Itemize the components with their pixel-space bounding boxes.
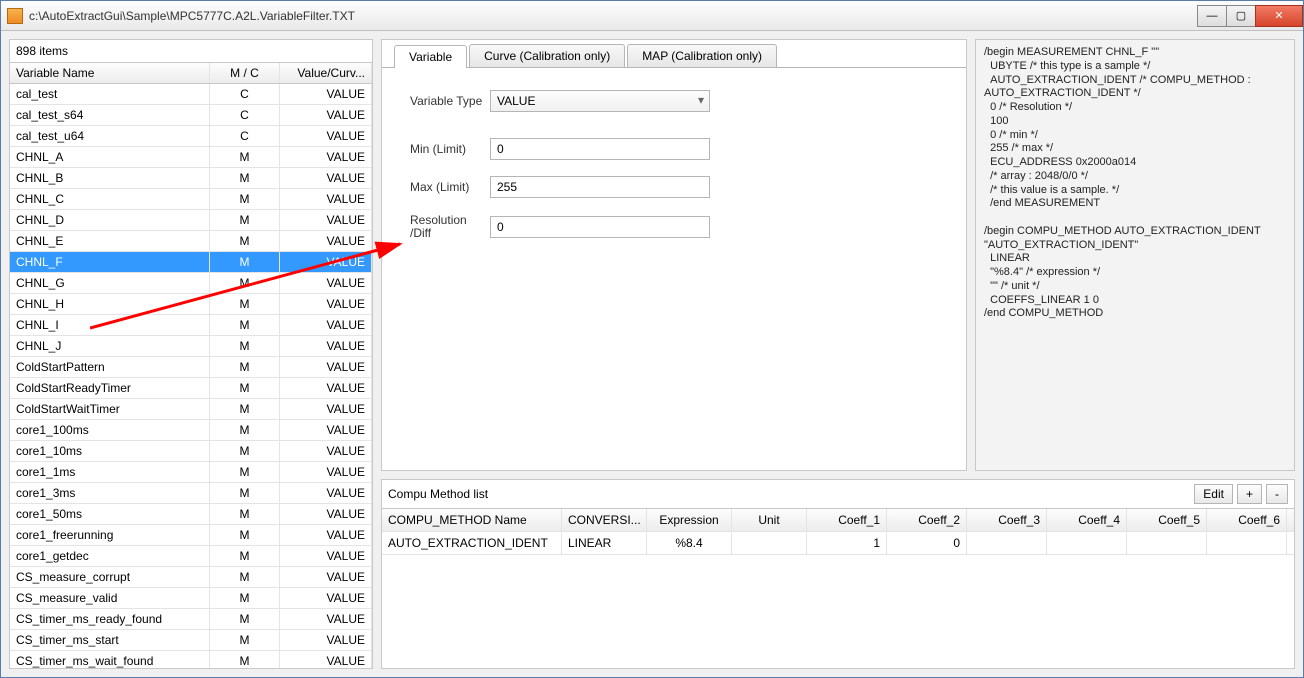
close-button[interactable]: ✕ — [1255, 5, 1303, 27]
table-row[interactable]: core1_100msMVALUE — [10, 420, 372, 441]
table-row[interactable]: CHNL_CMVALUE — [10, 189, 372, 210]
table-row[interactable]: cal_test_s64CVALUE — [10, 105, 372, 126]
table-row[interactable]: CHNL_EMVALUE — [10, 231, 372, 252]
table-row[interactable]: CHNL_DMVALUE — [10, 210, 372, 231]
compu-method-panel: Compu Method list Edit + - COMPU_METHOD … — [381, 479, 1295, 669]
cm-col-c4[interactable]: Coeff_4 — [1047, 509, 1127, 531]
table-row[interactable]: ColdStartPatternMVALUE — [10, 357, 372, 378]
min-label: Min (Limit) — [410, 142, 490, 156]
table-row[interactable]: core1_freerunningMVALUE — [10, 525, 372, 546]
compu-add-button[interactable]: + — [1237, 484, 1262, 504]
cm-col-conv[interactable]: CONVERSI... — [562, 509, 647, 531]
table-row[interactable]: core1_getdecMVALUE — [10, 546, 372, 567]
table-row[interactable]: CS_timer_ms_startMVALUE — [10, 630, 372, 651]
max-input[interactable] — [490, 176, 710, 198]
cm-col-c6[interactable]: Coeff_6 — [1207, 509, 1287, 531]
table-row[interactable]: core1_1msMVALUE — [10, 462, 372, 483]
cm-col-unit[interactable]: Unit — [732, 509, 807, 531]
tabs-strip: Variable Curve (Calibration only) MAP (C… — [382, 40, 966, 67]
vartype-select[interactable] — [490, 90, 710, 112]
cm-col-c3[interactable]: Coeff_3 — [967, 509, 1047, 531]
vartype-label: Variable Type — [410, 94, 490, 108]
tab-map[interactable]: MAP (Calibration only) — [627, 44, 777, 67]
table-row[interactable]: CHNL_HMVALUE — [10, 294, 372, 315]
table-row[interactable]: cal_test_u64CVALUE — [10, 126, 372, 147]
window-title: c:\AutoExtractGui\Sample\MPC5777C.A2L.Va… — [29, 9, 1198, 23]
minimize-button[interactable]: — — [1197, 5, 1227, 27]
col-header-name[interactable]: Variable Name — [10, 63, 210, 83]
min-input[interactable] — [490, 138, 710, 160]
cm-col-c5[interactable]: Coeff_5 — [1127, 509, 1207, 531]
table-row[interactable]: CS_timer_ms_wait_foundMVALUE — [10, 651, 372, 668]
resolution-input[interactable] — [490, 216, 710, 238]
compu-title: Compu Method list — [388, 487, 1190, 501]
cm-col-name[interactable]: COMPU_METHOD Name — [382, 509, 562, 531]
table-row[interactable]: CS_measure_corruptMVALUE — [10, 567, 372, 588]
cm-col-c2[interactable]: Coeff_2 — [887, 509, 967, 531]
table-row[interactable]: core1_10msMVALUE — [10, 441, 372, 462]
variable-list-panel: 898 items Variable Name M / C Value/Curv… — [9, 39, 373, 669]
resolution-label: Resolution/Diff — [410, 214, 490, 240]
table-row[interactable]: CS_measure_validMVALUE — [10, 588, 372, 609]
table-row[interactable]: ColdStartWaitTimerMVALUE — [10, 399, 372, 420]
a2l-source-panel[interactable]: /begin MEASUREMENT CHNL_F "" UBYTE /* th… — [975, 39, 1295, 471]
table-row[interactable]: CHNL_FMVALUE — [10, 252, 372, 273]
compu-edit-button[interactable]: Edit — [1194, 484, 1233, 504]
detail-panel: Variable Curve (Calibration only) MAP (C… — [381, 39, 967, 471]
titlebar: c:\AutoExtractGui\Sample\MPC5777C.A2L.Va… — [1, 1, 1303, 31]
table-row[interactable]: cal_testCVALUE — [10, 84, 372, 105]
table-row[interactable]: CHNL_IMVALUE — [10, 315, 372, 336]
cm-col-expr[interactable]: Expression — [647, 509, 732, 531]
max-label: Max (Limit) — [410, 180, 490, 194]
col-header-mc[interactable]: M / C — [210, 63, 280, 83]
compu-remove-button[interactable]: - — [1266, 484, 1288, 504]
table-row[interactable]: CHNL_JMVALUE — [10, 336, 372, 357]
tab-variable[interactable]: Variable — [394, 45, 467, 68]
col-header-value[interactable]: Value/Curv... — [280, 63, 372, 83]
table-row[interactable]: CHNL_BMVALUE — [10, 168, 372, 189]
variable-grid-header: Variable Name M / C Value/Curv... — [10, 62, 372, 84]
variable-grid-body[interactable]: cal_testCVALUEcal_test_s64CVALUEcal_test… — [10, 84, 372, 668]
cm-col-c1[interactable]: Coeff_1 — [807, 509, 887, 531]
tab-curve[interactable]: Curve (Calibration only) — [469, 44, 625, 67]
tab-body-variable: Variable Type Min (Limit) Max (Limit) — [382, 67, 966, 470]
compu-row[interactable]: AUTO_EXTRACTION_IDENTLINEAR%8.410 — [382, 532, 1294, 555]
maximize-button[interactable]: ▢ — [1226, 5, 1256, 27]
table-row[interactable]: CHNL_AMVALUE — [10, 147, 372, 168]
table-row[interactable]: CHNL_GMVALUE — [10, 273, 372, 294]
table-row[interactable]: ColdStartReadyTimerMVALUE — [10, 378, 372, 399]
table-row[interactable]: CS_timer_ms_ready_foundMVALUE — [10, 609, 372, 630]
app-icon — [7, 8, 23, 24]
table-row[interactable]: core1_50msMVALUE — [10, 504, 372, 525]
table-row[interactable]: core1_3msMVALUE — [10, 483, 372, 504]
items-count: 898 items — [10, 40, 372, 62]
